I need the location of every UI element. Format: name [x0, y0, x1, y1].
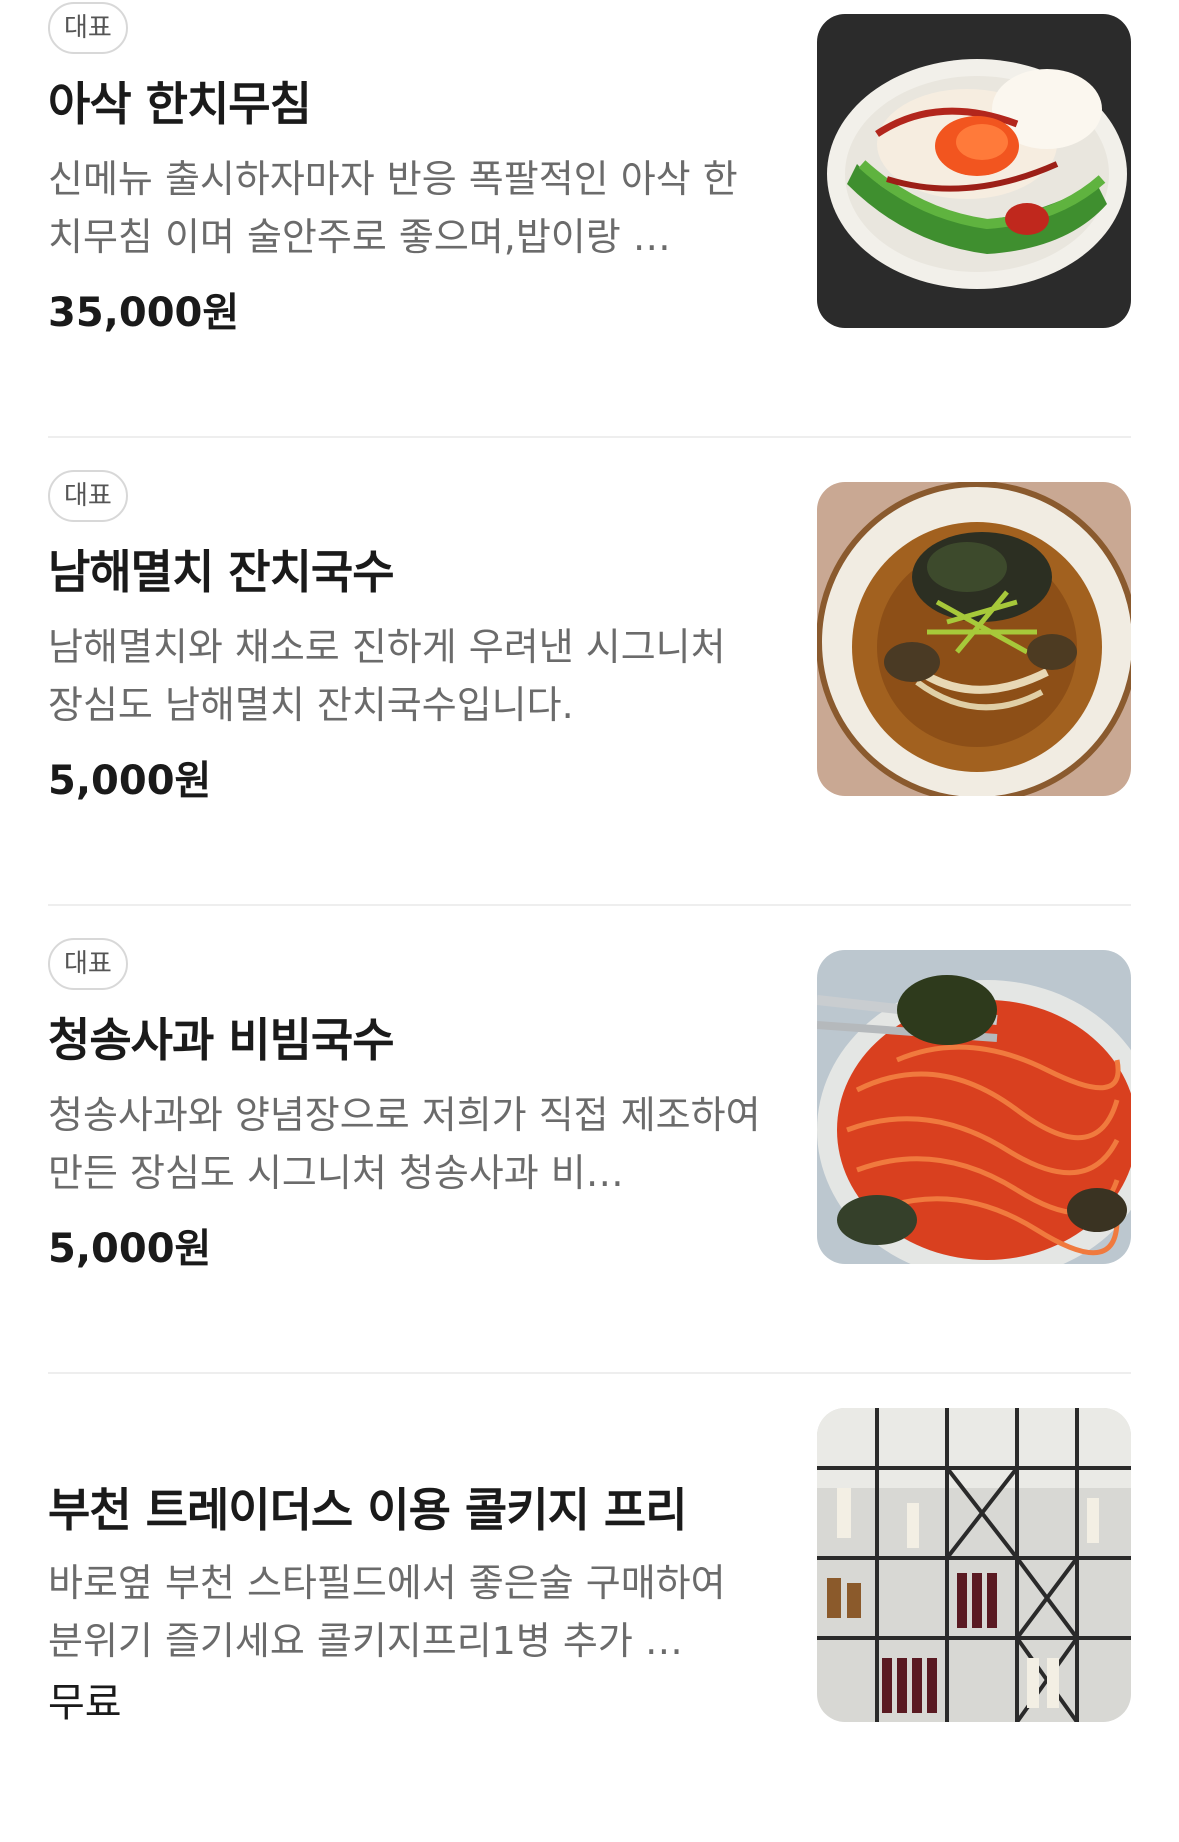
menu-item-description: 바로옆 부천 스타필드에서 좋은술 구매하여 분위기 즐기세요 콜키지프리1병 …: [48, 1561, 726, 1663]
signature-badge: 대표: [48, 938, 128, 990]
menu-item-title: 남해멸치 잔치국수: [48, 545, 395, 599]
menu-list: 대표 아삭 한치무침 신메뉴 출시하자마자 반응 폭팔적인 아삭 한치무침 이며…: [0, 0, 1179, 1842]
menu-item-description: 청송사과와 양념장으로 저희가 직접 제조하여 만든 장심도 시그니처 청송사과…: [48, 1093, 761, 1195]
menu-item-price: 5,000원: [48, 1226, 212, 1272]
menu-item[interactable]: 대표 청송사과 비빔국수 청송사과와 양념장으로 저희가 직접 제조하여 만든 …: [48, 936, 1131, 1374]
wine-shelf-photo[interactable]: [817, 1408, 1131, 1722]
menu-item[interactable]: 대표 남해멸치 잔치국수 남해멸치와 채소로 진하게 우려낸 시그니처 장심도 …: [48, 468, 1131, 906]
menu-item-price: 35,000원: [48, 290, 240, 336]
menu-item[interactable]: 부천 트레이더스 이용 콜키지 프리 바로옆 부천 스타필드에서 좋은술 구매하…: [48, 1404, 1131, 1842]
squid-salad-image: [817, 14, 1131, 328]
menu-item-title: 청송사과 비빔국수: [48, 1013, 395, 1067]
menu-item-title: 아삭 한치무침: [48, 77, 312, 131]
signature-badge: 대표: [48, 2, 128, 54]
spicy-noodles-photo[interactable]: [817, 950, 1131, 1264]
menu-item[interactable]: 대표 아삭 한치무침 신메뉴 출시하자마자 반응 폭팔적인 아삭 한치무침 이며…: [48, 0, 1131, 438]
spicy-noodles-image: [817, 950, 1131, 1264]
noodle-soup-photo[interactable]: [817, 482, 1131, 796]
menu-item-price: 5,000원: [48, 758, 212, 804]
squid-salad-photo[interactable]: [817, 14, 1131, 328]
wine-shelf-image: [817, 1408, 1131, 1722]
menu-item-description: 남해멸치와 채소로 진하게 우려낸 시그니처 장심도 남해멸치 잔치국수입니다.: [48, 625, 726, 727]
noodle-soup-image: [817, 482, 1131, 796]
menu-item-description: 신메뉴 출시하자마자 반응 폭팔적인 아삭 한치무침 이며 술안주로 좋으며,밥…: [48, 157, 738, 259]
signature-badge: 대표: [48, 470, 128, 522]
menu-item-price: 무료: [48, 1680, 122, 1726]
menu-item-title: 부천 트레이더스 이용 콜키지 프리: [48, 1483, 688, 1537]
